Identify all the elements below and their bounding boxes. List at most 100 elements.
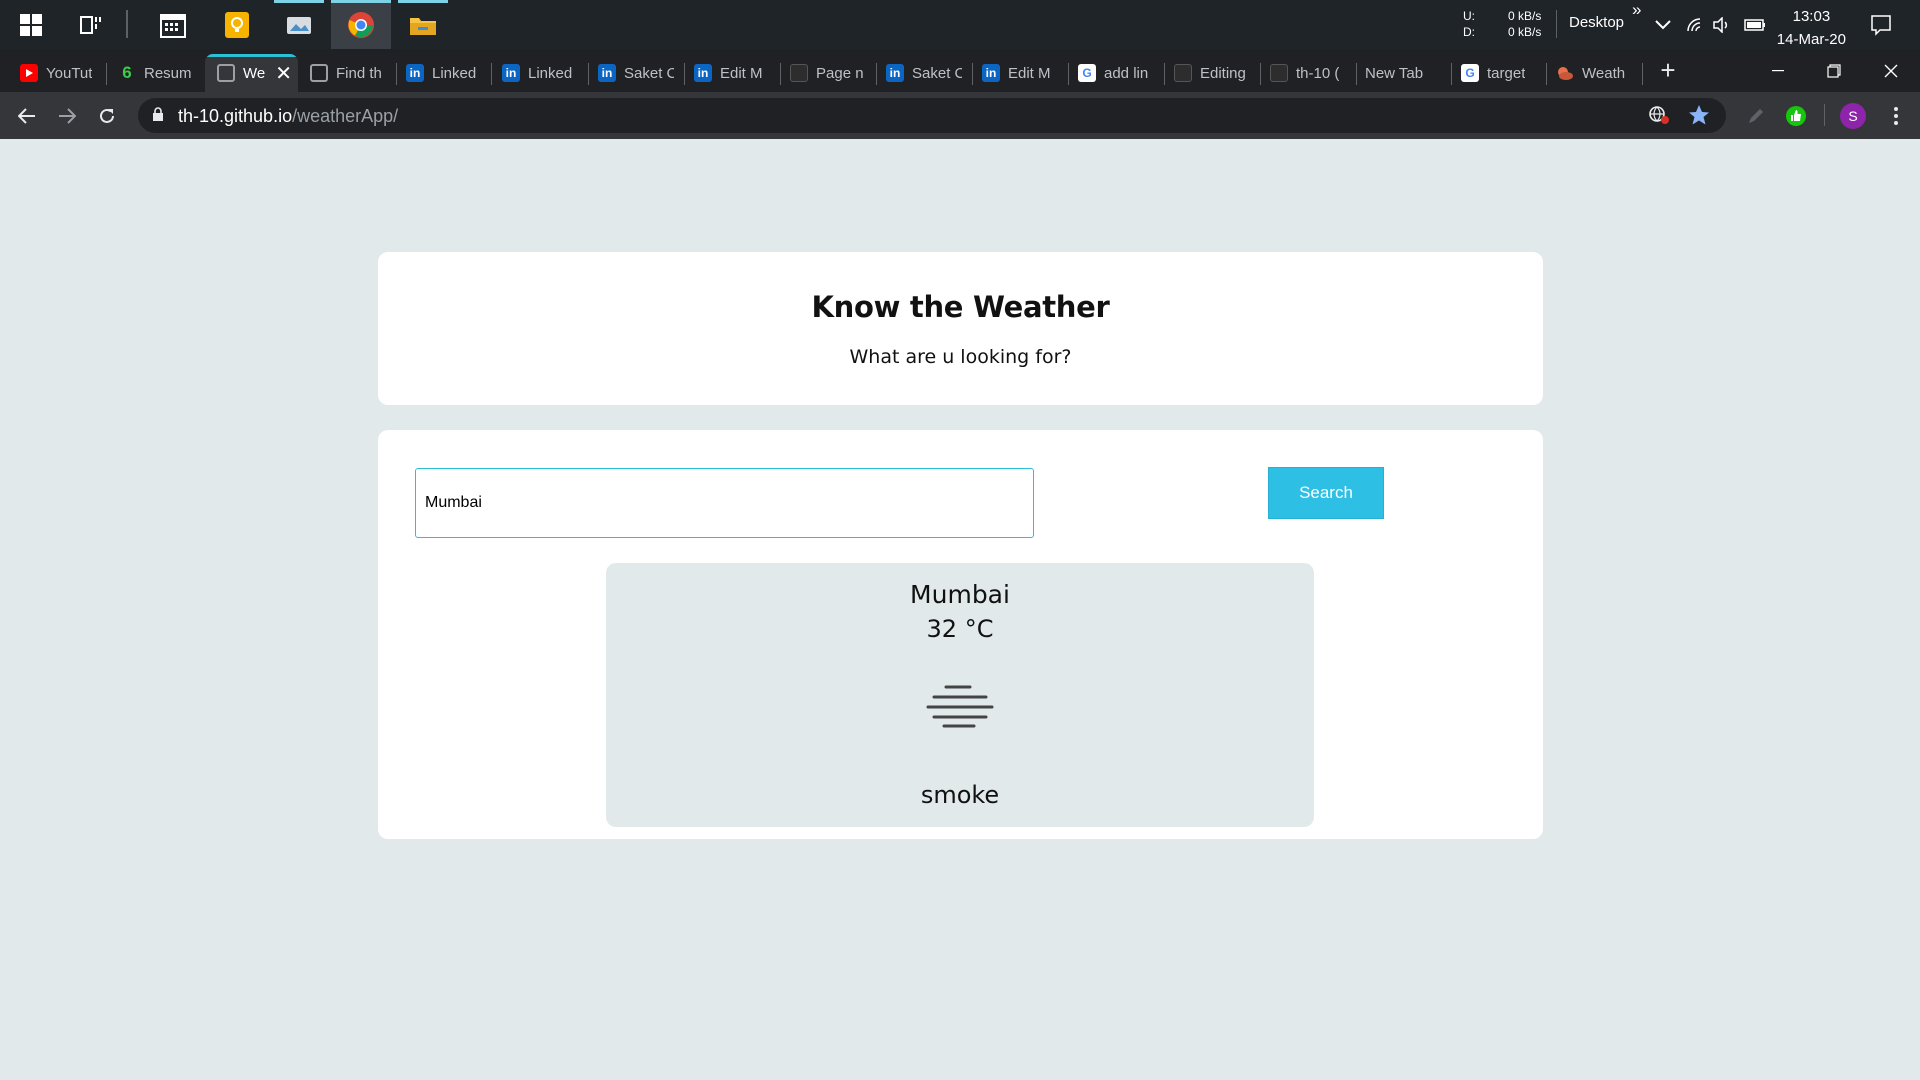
tab-label: New Tab: [1365, 64, 1424, 82]
resume-icon: 6: [122, 63, 132, 82]
linkedin-icon: in: [598, 64, 616, 82]
taskbar-divider: [1556, 10, 1557, 38]
translate-blocked-icon[interactable]: [1648, 105, 1670, 130]
result-temperature: 32 °C: [926, 615, 994, 643]
close-tab-icon[interactable]: ✕: [275, 61, 292, 86]
photos-app-icon[interactable]: [274, 0, 324, 49]
tab-label: Linked: [432, 64, 477, 82]
tab-label: target: [1487, 64, 1526, 82]
tab-label: Editing: [1200, 64, 1246, 82]
tab-divider: [1356, 63, 1357, 85]
city-search-input[interactable]: [415, 468, 1034, 538]
file-explorer-icon[interactable]: [398, 0, 448, 49]
tab-label: Edit M: [1008, 64, 1051, 82]
toolbar-divider: [1824, 104, 1825, 126]
tab-label: YouTut: [46, 64, 93, 82]
tab-divider: [684, 63, 685, 85]
network-up-label: U:: [1463, 9, 1475, 23]
tab-weather-app-active[interactable]: We ✕: [205, 54, 298, 92]
restore-window-icon[interactable]: [1806, 49, 1862, 92]
tab-label: Saket C: [912, 64, 962, 82]
tab-youtube[interactable]: YouTut: [20, 57, 96, 89]
tab-saket-2[interactable]: in Saket C: [886, 57, 962, 89]
extension-thumbs-up-icon[interactable]: [1780, 100, 1812, 132]
search-card: Search Mumbai 32 °C smoke: [378, 430, 1543, 839]
tab-saket-1[interactable]: in Saket C: [598, 57, 674, 89]
forward-arrow-icon[interactable]: [51, 100, 83, 132]
back-arrow-icon[interactable]: [11, 100, 43, 132]
tab-page[interactable]: Page n: [790, 57, 866, 89]
github-icon: [790, 64, 808, 82]
new-tab-plus-icon[interactable]: +: [1652, 54, 1684, 86]
tab-linkedin-1[interactable]: in Linked: [406, 57, 482, 89]
tab-editing[interactable]: Editing: [1174, 57, 1250, 89]
tab-divider: [396, 63, 397, 85]
close-window-icon[interactable]: [1863, 49, 1919, 92]
tab-label: Weath: [1582, 64, 1626, 82]
tab-edit-2[interactable]: in Edit M: [982, 57, 1058, 89]
chevron-down-icon[interactable]: [1652, 0, 1674, 49]
url-path: /weatherApp/: [292, 106, 399, 126]
address-bar[interactable]: th-10.github.io/weatherApp/: [138, 98, 1726, 133]
network-up-value: 0 kB/s: [1508, 9, 1542, 23]
chrome-menu-icon[interactable]: [1880, 100, 1912, 132]
profile-avatar[interactable]: S: [1840, 103, 1866, 129]
google-icon: G: [1461, 64, 1479, 82]
tab-label: th-10 (: [1296, 64, 1340, 82]
tab-label: add lin: [1104, 64, 1149, 82]
system-clock[interactable]: 13:03 14-Mar-20: [1777, 5, 1846, 51]
chrome-taskbar-icon[interactable]: [331, 0, 391, 49]
tab-target[interactable]: G target: [1461, 57, 1537, 89]
task-view-icon[interactable]: [74, 0, 108, 49]
tab-weather[interactable]: Weath: [1556, 57, 1632, 89]
tab-divider: [780, 63, 781, 85]
tab-new-tab[interactable]: New Tab: [1365, 57, 1449, 89]
tab-edit-1[interactable]: in Edit M: [694, 57, 770, 89]
keep-notes-icon[interactable]: [222, 0, 252, 49]
tab-th10[interactable]: th-10 (: [1270, 57, 1346, 89]
tab-resume[interactable]: 6 Resum: [118, 57, 192, 89]
tab-add-link[interactable]: G add lin: [1078, 57, 1154, 89]
network-down-value: 0 kB/s: [1508, 25, 1542, 39]
tab-label: Page n: [816, 64, 864, 82]
tab-label: Saket C: [624, 64, 674, 82]
minimize-window-icon[interactable]: [1750, 49, 1806, 92]
tab-divider: [491, 63, 492, 85]
clock-time: 13:03: [1792, 8, 1831, 25]
clock-date: 14-Mar-20: [1776, 31, 1846, 48]
linkedin-icon: in: [406, 64, 424, 82]
tab-find[interactable]: Find th: [310, 57, 388, 89]
tab-linkedin-2[interactable]: in Linked: [502, 57, 578, 89]
linkedin-icon: in: [982, 64, 1000, 82]
volume-icon[interactable]: [1710, 0, 1734, 49]
globe-icon: [310, 64, 328, 82]
page-viewport: Know the Weather What are u looking for?…: [0, 139, 1920, 1080]
reload-icon[interactable]: [91, 100, 123, 132]
toolbar-overflow-icon[interactable]: »: [1632, 0, 1641, 20]
windows-start-icon[interactable]: [14, 0, 48, 49]
browser-toolbar: th-10.github.io/weatherApp/ S: [0, 92, 1920, 139]
result-description: smoke: [920, 781, 1000, 809]
calendar-app-icon[interactable]: [158, 0, 188, 49]
tab-divider: [1546, 63, 1547, 85]
lock-icon[interactable]: [152, 107, 164, 127]
google-icon: G: [1078, 64, 1096, 82]
search-button[interactable]: Search: [1268, 467, 1384, 519]
page-subtitle: What are u looking for?: [849, 346, 1072, 368]
github-icon: [1174, 64, 1192, 82]
tab-divider: [1642, 63, 1643, 85]
edit-pencil-extension-icon[interactable]: [1740, 100, 1772, 132]
github-icon: [1270, 64, 1288, 82]
page-title: Know the Weather: [811, 290, 1110, 324]
linkedin-icon: in: [694, 64, 712, 82]
url-host: th-10.github.io: [178, 106, 293, 126]
bookmark-star-icon[interactable]: [1688, 104, 1710, 131]
network-speeds: 0 kB/s 0 kB/s: [1508, 8, 1541, 40]
battery-icon[interactable]: [1742, 0, 1768, 49]
wifi-icon[interactable]: [1684, 0, 1706, 49]
action-center-icon[interactable]: [1866, 0, 1896, 49]
desktop-toolbar-label[interactable]: Desktop: [1569, 14, 1624, 31]
tab-divider: [1260, 63, 1261, 85]
url-text[interactable]: th-10.github.io/weatherApp/: [178, 106, 398, 127]
linkedin-icon: in: [502, 64, 520, 82]
